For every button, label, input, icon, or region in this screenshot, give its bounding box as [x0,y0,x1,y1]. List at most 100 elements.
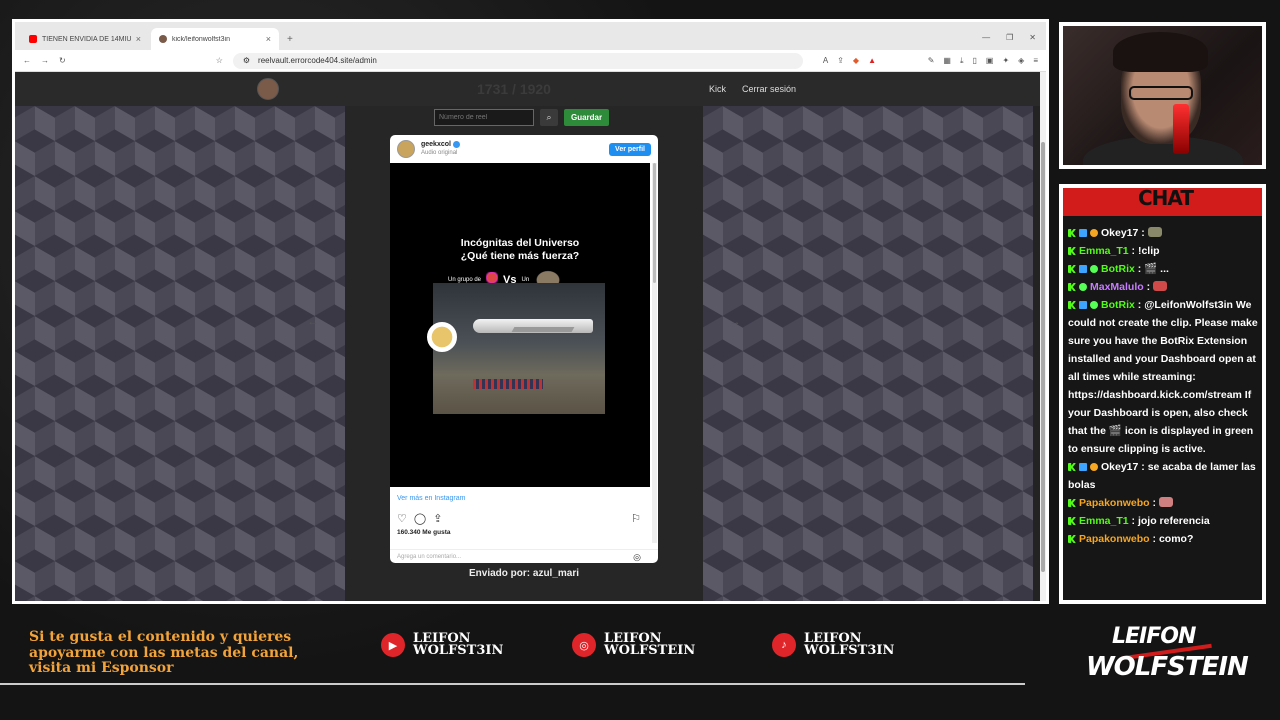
sponsor-line: Si te gusta el contenido y quieres [29,629,292,645]
chat-username[interactable]: Papakonwebo [1079,497,1150,509]
site-header: 1731 / 1920 Kick Cerrar sesión [15,72,1046,106]
reload-icon[interactable]: ↻ [59,56,66,65]
chat-username[interactable]: BotRix [1101,299,1135,311]
comment-bar[interactable]: Agrega un comentario... ◎ [390,549,658,563]
vpn-icon[interactable]: ◈ [1018,56,1024,66]
tab-bar: TIENEN ENVIDIA DE 14MIU - YouTube × kick… [15,22,1046,50]
page-scrollbar[interactable] [1040,72,1046,601]
social-handle: LEIFON WOLFST3IN [413,632,504,658]
ig-video[interactable]: Incógnitas del Universo ¿Qué tiene más f… [390,163,650,487]
sponsor-line: apoyarme con las metas del canal, [29,644,299,661]
close-window-icon[interactable]: ✕ [1029,33,1036,42]
likes-count: 160.340 Me gusta [397,529,451,536]
chat-separator: : [1149,533,1159,545]
site-avatar[interactable] [257,78,279,100]
pin-icon[interactable]: ✎ [928,56,935,66]
chat-message: BotRix : @LeifonWolfst3in We could not c… [1068,296,1258,458]
chat-username[interactable]: Emma_T1 [1079,245,1129,257]
instagram-embed: geekxcol Audio original Ver perfil Incóg… [390,135,658,563]
tab-title: TIENEN ENVIDIA DE 14MIU - YouTube [42,35,131,43]
cartoon-sticker [427,322,457,352]
forward-icon[interactable]: → [41,56,49,65]
reel-counter: 1731 / 1920 [477,81,551,97]
kick-badge-icon [1068,265,1076,273]
tab-close-icon[interactable]: × [136,34,141,44]
ig-header: geekxcol Audio original Ver perfil [390,135,658,163]
sub-badge-icon [1079,463,1087,471]
verified-icon [452,140,460,148]
tab-youtube[interactable]: TIENEN ENVIDIA DE 14MIU - YouTube × [21,28,149,50]
ig-audio-label[interactable]: Audio original [421,149,460,158]
chat-message: BotRix : 🎬 ... [1068,260,1258,278]
red-light [1173,104,1189,154]
ig-user-block: geekxcol Audio original [421,140,460,158]
wallet-icon[interactable]: ▣ [986,56,994,66]
chat-separator: : [1143,281,1154,293]
alert-icon[interactable]: ▲ [868,56,876,65]
emote-icon [1158,497,1173,507]
new-tab-icon[interactable]: + [281,34,299,50]
nav-kick-link[interactable]: Kick [709,84,726,94]
address-bar[interactable]: ⚙ reelvault.errorcode404.site/admin [232,52,803,69]
view-more-instagram-link[interactable]: Ver más en Instagram [390,487,658,502]
chat-message-list: Okey17 : Emma_T1 : !clip BotRix : 🎬 ... Ma… [1068,224,1258,548]
menu-icon[interactable]: ≡ [1033,56,1038,66]
nav-logout-link[interactable]: Cerrar sesión [742,84,796,94]
extensions: A ⇪ ◆ ▲ [823,56,876,65]
downloads-icon[interactable]: ⤓ [960,56,964,66]
comment-placeholder: Agrega un comentario... [397,554,462,560]
share-icon[interactable]: ⇪ [837,56,844,65]
kick-badge-icon [1068,301,1076,309]
chat-separator: : [1128,515,1138,527]
chat-panel: CHAT Okey17 : Emma_T1 : !clip BotRix : 🎬 … [1059,184,1266,604]
tab-kick[interactable]: kick/leifonwolfst3in × [151,28,279,50]
chat-text: jojo referencia [1137,515,1210,527]
ig-avatar[interactable] [397,140,415,158]
chat-separator: : [1134,263,1145,275]
verified-badge-icon [1090,301,1098,309]
brave-shield-icon[interactable]: ◆ [853,56,859,65]
share-icon[interactable]: ⇪ [433,512,442,525]
prev-reel-arrow-icon[interactable]: ← [305,316,321,332]
social-tiktok: ♪ LEIFON WOLFST3IN [772,632,894,657]
social-handle: LEIFON WOLFSTEIN [604,632,695,657]
minimize-icon[interactable]: — [982,33,990,42]
verified-badge-icon [1090,265,1098,273]
chat-username[interactable]: Okey17 [1101,227,1138,239]
chat-username[interactable]: Papakonwebo [1079,533,1150,545]
bookmark-star-icon[interactable]: ☆ [216,56,223,65]
save-button[interactable]: Guardar [564,109,610,126]
comment-icon[interactable]: ◯ [414,512,426,525]
translate-icon[interactable]: A [823,56,828,65]
chat-username[interactable]: Okey17 [1101,461,1138,473]
streamer-glasses [1129,86,1193,100]
maximize-icon[interactable]: ❐ [1006,33,1013,42]
back-icon[interactable]: ← [23,56,31,65]
embed-scrollbar[interactable] [652,163,657,543]
tools-icon[interactable]: ✦ [1002,56,1009,66]
reel-number-input[interactable] [434,109,534,126]
address-toolbar: ← → ↻ ☆ ⚙ reelvault.errorcode404.site/ad… [15,50,1046,72]
site-info-icon[interactable]: ⚙ [243,56,250,65]
bookmark-icon[interactable]: ⚐ [631,512,641,525]
chat-username[interactable]: BotRix [1101,263,1135,275]
extensions-icon[interactable]: ▦ [943,56,951,66]
view-profile-button[interactable]: Ver perfil [609,142,651,156]
ig-username[interactable]: geekxcol [421,141,451,148]
next-reel-arrow-icon[interactable]: → [727,316,743,332]
chat-username[interactable]: MaxMalulo [1090,281,1144,293]
heart-icon[interactable]: ♡ [397,512,407,525]
social-line2: WOLFST3IN [413,643,504,658]
sponsor-line: visita mi Esponsor [29,660,174,676]
tab-close-icon[interactable]: × [266,34,271,44]
sidebar-icon[interactable]: ▯ [973,56,977,66]
instagram-logo-icon[interactable]: ◎ [633,553,641,562]
kick-favicon-icon [159,35,167,43]
browser-window: TIENEN ENVIDIA DE 14MIU - YouTube × kick… [15,22,1046,601]
sponsor-text: Si te gusta el contenido y quieres apoya… [29,629,299,677]
chat-text: 🎬 ... [1144,263,1169,275]
kick-badge-icon [1068,517,1076,525]
chat-message: Papakonwebo : como? [1068,530,1258,548]
chat-username[interactable]: Emma_T1 [1079,515,1129,527]
search-button[interactable]: ⌕ [540,109,558,126]
